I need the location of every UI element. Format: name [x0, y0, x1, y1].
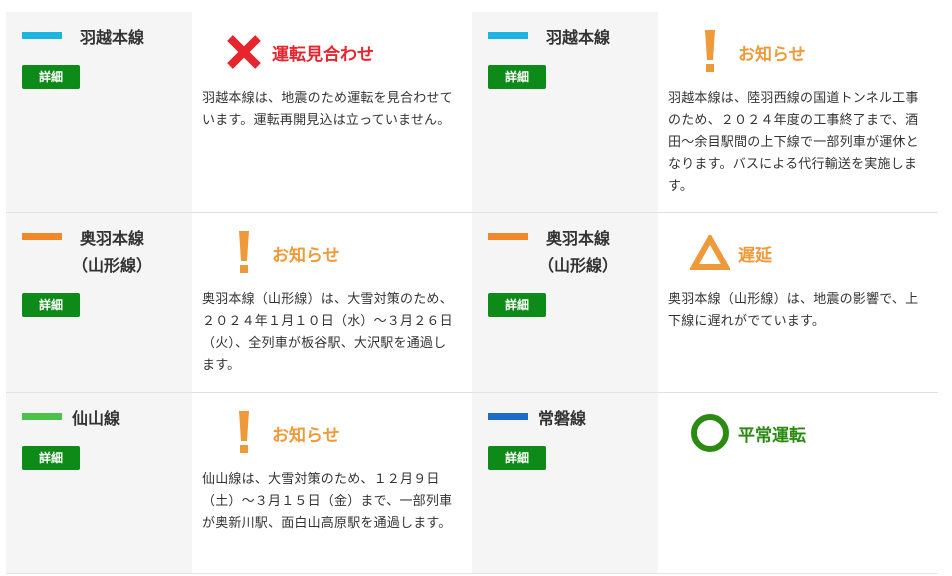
status-label: お知らせ — [272, 425, 340, 446]
detail-button[interactable]: 詳細 — [22, 446, 80, 470]
status-row: 奥羽本線（山形線） 詳細 お知らせ 奥羽本線（山形線）は、大雪対策のため、２０２… — [6, 213, 938, 393]
status-description: 仙山線は、大雪対策のため、１２月９日（土）～３月１５日（金）まで、一部列車が奥新… — [202, 472, 453, 531]
status-cell: お知らせ 仙山線は、大雪対策のため、１２月９日（土）～３月１５日（金）まで、一部… — [192, 393, 472, 573]
line-color-bar — [488, 32, 528, 39]
exclamation-icon — [222, 411, 266, 455]
status-description: 羽越本線は、地震のため運転を見合わせています。運転再開見込は立っていません。 — [202, 91, 453, 128]
route-name: 奥羽本線（山形線） — [72, 229, 153, 275]
status-description: 羽越本線は、陸羽西線の国道トンネル工事のため、２０２４年度の工事終了まで、酒田～… — [668, 91, 919, 194]
status-row: 羽越本線 詳細 運転見合わせ 羽越本線は、地震のため運転を見合わせています。運転… — [6, 12, 938, 213]
exclamation-icon — [222, 231, 266, 275]
triangle-icon — [688, 231, 732, 275]
status-label: お知らせ — [738, 44, 806, 65]
route-cell: 羽越本線 詳細 — [472, 12, 658, 212]
detail-button[interactable]: 詳細 — [488, 293, 546, 317]
line-color-bar — [22, 32, 62, 39]
circle-icon — [688, 411, 732, 455]
status-label: 平常運転 — [738, 425, 806, 446]
line-color-bar — [22, 413, 62, 420]
route-name: 常磐線 — [538, 409, 587, 428]
route-name: 仙山線 — [72, 409, 121, 428]
route-cell: 仙山線 詳細 — [6, 393, 192, 573]
route-status-grid: 羽越本線 詳細 運転見合わせ 羽越本線は、地震のため運転を見合わせています。運転… — [0, 0, 952, 576]
status-cell: 平常運転 — [658, 393, 938, 573]
status-label: 遅延 — [738, 245, 772, 266]
route-name: 羽越本線 — [79, 28, 144, 47]
line-color-bar — [488, 413, 528, 420]
line-color-bar — [488, 233, 528, 240]
exclamation-icon — [688, 30, 732, 74]
detail-button[interactable]: 詳細 — [488, 65, 546, 89]
status-cell: お知らせ 羽越本線は、陸羽西線の国道トンネル工事のため、２０２４年度の工事終了ま… — [658, 12, 938, 212]
route-cell: 奥羽本線（山形線） 詳細 — [472, 213, 658, 392]
status-label: お知らせ — [272, 245, 340, 266]
status-label: 運転見合わせ — [272, 44, 374, 65]
x-icon — [222, 30, 266, 74]
route-name: 羽越本線 — [545, 28, 610, 47]
route-cell: 奥羽本線（山形線） 詳細 — [6, 213, 192, 392]
status-cell: お知らせ 奥羽本線（山形線）は、大雪対策のため、２０２４年１月１０日（水）～３月… — [192, 213, 472, 392]
status-description: 奥羽本線（山形線）は、地震の影響で、上下線に遅れがでています。 — [668, 292, 919, 329]
status-description: 奥羽本線（山形線）は、大雪対策のため、２０２４年１月１０日（水）～３月２６日（火… — [202, 292, 453, 373]
detail-button[interactable]: 詳細 — [22, 65, 80, 89]
route-cell: 常磐線 詳細 — [472, 393, 658, 573]
detail-button[interactable]: 詳細 — [22, 293, 80, 317]
detail-button[interactable]: 詳細 — [488, 446, 546, 470]
status-cell: 遅延 奥羽本線（山形線）は、地震の影響で、上下線に遅れがでています。 — [658, 213, 938, 392]
route-name: 奥羽本線（山形線） — [538, 229, 619, 275]
line-color-bar — [22, 233, 62, 240]
status-cell: 運転見合わせ 羽越本線は、地震のため運転を見合わせています。運転再開見込は立って… — [192, 12, 472, 212]
status-row: 仙山線 詳細 お知らせ 仙山線は、大雪対策のため、１２月９日（土）～３月１５日（… — [6, 393, 938, 574]
route-cell: 羽越本線 詳細 — [6, 12, 192, 212]
